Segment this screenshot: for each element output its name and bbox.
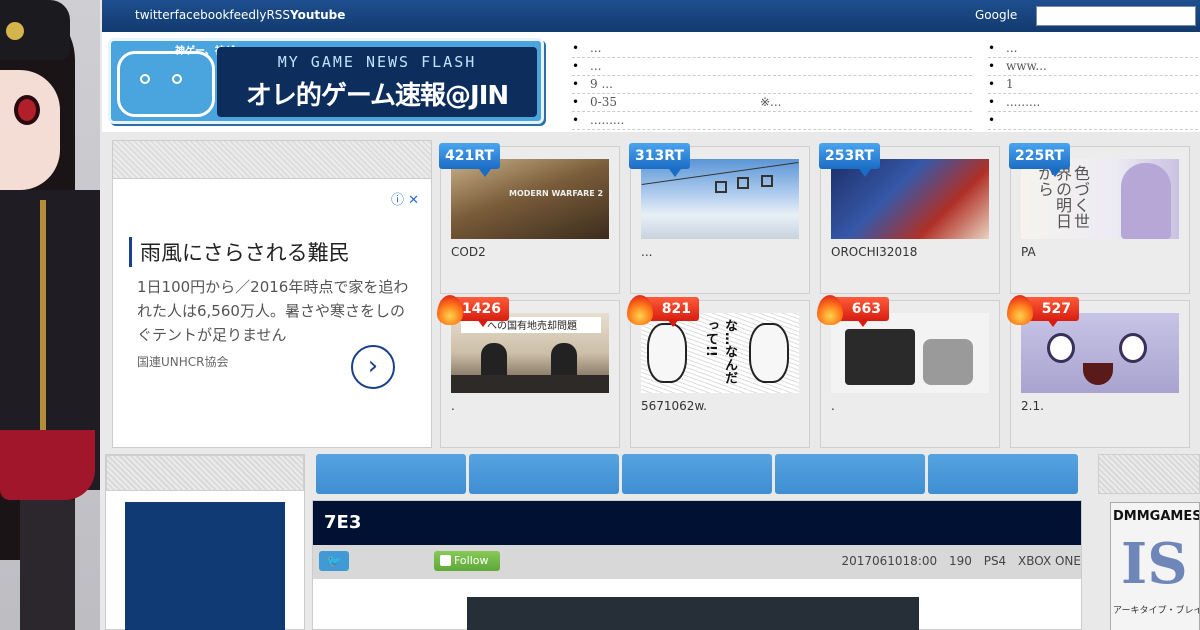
search-input[interactable]: [1036, 6, 1196, 26]
facebook-link[interactable]: facebook: [175, 8, 230, 22]
article-meta-bar: 🐦 Follow 2017061018:00 190 PS4 XBOX ONE: [313, 545, 1081, 579]
thumbnail-image: [831, 313, 989, 393]
headline-item[interactable]: ...: [572, 58, 972, 76]
headline-list-right: ... www... 1 .........: [988, 40, 1198, 130]
ranking-card[interactable]: OROCHI32018 253RT: [819, 143, 1000, 294]
article-video[interactable]: [467, 597, 919, 630]
thumbnail-image: 色づく世界の明日から: [1021, 159, 1179, 239]
card-title: .: [451, 399, 455, 413]
card-title: .: [831, 399, 835, 413]
ranking-card[interactable]: への国有地売却問題 . 1426: [437, 295, 620, 448]
headline-item[interactable]: www...: [988, 58, 1198, 76]
thumbnail-image: な…なんだって!!: [641, 313, 799, 393]
ranking-card[interactable]: ... 313RT: [629, 143, 810, 294]
headline-item[interactable]: 0-35※...: [572, 94, 972, 112]
google-label: Google: [975, 8, 1018, 22]
tag-link[interactable]: XBOX ONE: [1018, 554, 1081, 568]
card-title: ...: [641, 245, 653, 259]
ad-sponsor: 国連UNHCR協会: [137, 355, 229, 369]
site-logo[interactable]: 神ゲー、神ゲー… MY GAME NEWS FLASH オレ的ゲーム速報@JIN: [108, 38, 544, 124]
rss-link[interactable]: RSS: [266, 8, 290, 22]
fire-count-badge: 1426: [437, 295, 511, 327]
logo-title: オレ的ゲーム速報@JIN: [245, 81, 509, 111]
social-links: twitterfacebookfeedlyRSSYoutube: [135, 8, 345, 22]
headline-item[interactable]: ...: [988, 40, 1198, 58]
banner-subtitle: アーキタイプ・ブレイカー: [1113, 606, 1199, 616]
ad-title: 雨風にさらされる難民: [129, 237, 415, 267]
headline-item[interactable]: ...: [572, 40, 972, 58]
banner-logo: IS: [1121, 531, 1188, 597]
ranking-card[interactable]: . 663: [817, 295, 1000, 448]
headline-item[interactable]: [988, 112, 1198, 130]
nav-tab[interactable]: [469, 454, 619, 494]
sidebar-header: [1098, 454, 1200, 494]
rt-count-badge: 421RT: [439, 143, 500, 177]
article-date: 2017061018:00: [841, 554, 938, 568]
twitter-bird-icon: 🐦: [326, 554, 342, 568]
site-header: 神ゲー、神ゲー… MY GAME NEWS FLASH オレ的ゲーム速報@JIN…: [102, 32, 1200, 132]
card-title: 5671062w.: [641, 399, 707, 413]
rt-count-badge: 253RT: [819, 143, 880, 177]
logo-subtitle: MY GAME NEWS FLASH: [277, 53, 477, 71]
fire-count-badge: 663: [817, 295, 891, 327]
logo-plate: MY GAME NEWS FLASH オレ的ゲーム速報@JIN: [217, 47, 537, 117]
headline-item[interactable]: .........: [988, 94, 1198, 112]
follow-label: Follow: [454, 554, 489, 567]
headline-item[interactable]: 9 ...: [572, 76, 972, 94]
ad-box[interactable]: ⓘ ✕ 雨風にさらされる難民 1日100円から／2016年時点で家を追われた人は…: [112, 140, 432, 448]
mascot-icon: [117, 51, 215, 117]
thumbnail-image: [831, 159, 989, 239]
nav-tab[interactable]: [775, 454, 925, 494]
article-title[interactable]: 7E3: [313, 501, 1081, 545]
headline-item[interactable]: 1: [988, 76, 1198, 94]
fire-count-badge: 821: [627, 295, 701, 327]
comment-count[interactable]: 190: [949, 554, 972, 568]
thumbnail-image: MODERN WARFARE 2: [451, 159, 609, 239]
card-title: OROCHI32018: [831, 245, 918, 259]
feedly-link[interactable]: feedly: [229, 8, 266, 22]
ranking-card[interactable]: 2.1. 527: [1007, 295, 1190, 448]
sidebar-banner[interactable]: [125, 502, 285, 630]
left-sidebar: [105, 454, 305, 630]
article-meta-info: 2017061018:00 190 PS4 XBOX ONE: [833, 545, 1081, 577]
ad-arrow-icon[interactable]: ›: [351, 345, 395, 389]
category-nav: [316, 454, 1080, 494]
ad-body: 1日100円から／2016年時点で家を追われた人は6,560万人。暑さや寒さをし…: [137, 278, 409, 344]
ad-choices-icon[interactable]: ⓘ ✕: [391, 189, 419, 208]
sidebar-header: [106, 455, 304, 491]
rt-count-badge: 313RT: [629, 143, 690, 177]
feedly-icon: [440, 555, 451, 566]
tag-link[interactable]: PS4: [984, 554, 1007, 568]
article: 7E3 🐦 Follow 2017061018:00 190 PS4 XBOX …: [312, 500, 1082, 630]
card-title: PA: [1021, 245, 1036, 259]
thumbnail-image: [1021, 313, 1179, 393]
ranking-card[interactable]: な…なんだって!! 5671062w. 821: [627, 295, 810, 448]
headline-item[interactable]: .........: [572, 112, 972, 130]
ad-header-pattern: [113, 141, 431, 179]
thumbnail-image: への国有地売却問題: [451, 313, 609, 393]
headline-list-left: ... ... 9 ... 0-35※... .........: [572, 40, 972, 130]
nav-tab[interactable]: [316, 454, 466, 494]
ranking-card[interactable]: MODERN WARFARE 2 COD2 421RT: [439, 143, 620, 294]
top-bar: twitterfacebookfeedlyRSSYoutube Google: [102, 0, 1200, 32]
rt-count-badge: 225RT: [1009, 143, 1070, 177]
twitter-link[interactable]: twitter: [135, 8, 175, 22]
ranking-card[interactable]: 色づく世界の明日から PA 225RT: [1009, 143, 1190, 294]
banner-brand: DMMGAMES: [1113, 509, 1200, 524]
card-title: 2.1.: [1021, 399, 1044, 413]
nav-tab[interactable]: [928, 454, 1078, 494]
nav-tab[interactable]: [622, 454, 772, 494]
background-character-art: [0, 0, 100, 630]
youtube-link[interactable]: Youtube: [290, 8, 345, 22]
fire-count-badge: 527: [1007, 295, 1081, 327]
right-sidebar: DMMGAMES IS アーキタイプ・ブレイカー: [1098, 454, 1200, 630]
headline-aside: ※...: [760, 95, 782, 109]
follow-button[interactable]: Follow: [434, 551, 500, 571]
game-banner[interactable]: DMMGAMES IS アーキタイプ・ブレイカー: [1110, 502, 1200, 630]
thumbnail-image: [641, 159, 799, 239]
card-title: COD2: [451, 245, 486, 259]
tweet-button[interactable]: 🐦: [319, 551, 349, 571]
